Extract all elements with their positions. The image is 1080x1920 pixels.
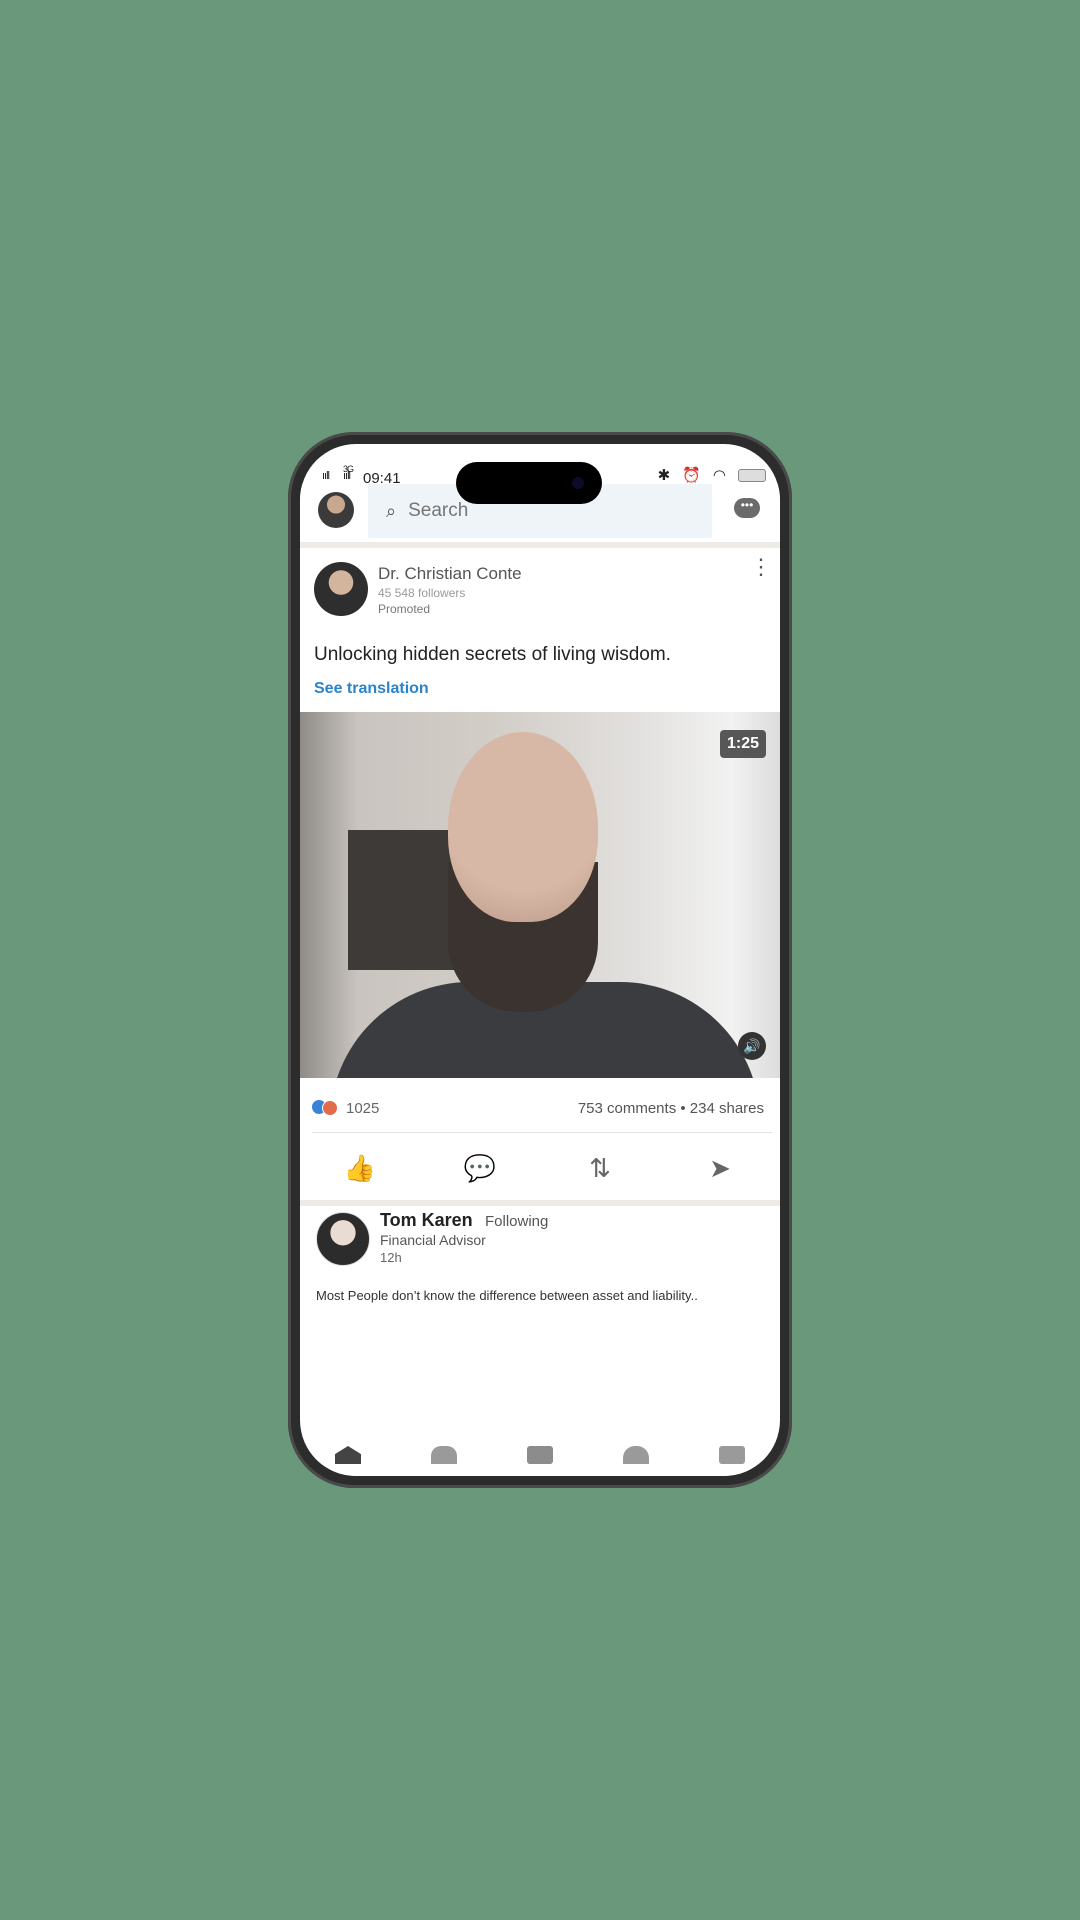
battery-icon — [738, 468, 766, 482]
bell-icon[interactable] — [623, 1446, 649, 1464]
profile-avatar[interactable] — [318, 492, 354, 528]
stats-divider — [312, 1132, 772, 1133]
status-icons: ✱ ⏰ ◠ — [658, 466, 766, 484]
home-icon[interactable] — [335, 1446, 361, 1464]
post-stats: 1025 753 comments • 234 shares — [300, 1078, 780, 1134]
author-followers: 45 548 followers — [378, 586, 466, 600]
comment-icon[interactable]: 💬 — [420, 1138, 540, 1198]
reactions-icon[interactable] — [312, 1100, 340, 1116]
likes-count[interactable]: 1025 — [346, 1100, 379, 1117]
dynamic-island — [456, 462, 602, 504]
author-avatar[interactable] — [314, 562, 368, 616]
post-header: Dr. Christian Conte 45 548 followers Pro… — [300, 548, 780, 630]
camera — [572, 477, 584, 489]
following-label: Following — [485, 1213, 549, 1230]
video-background-shelf — [348, 830, 458, 970]
love-reaction-icon — [322, 1100, 338, 1116]
see-translation-link[interactable]: See translation — [314, 680, 429, 698]
add-icon[interactable] — [527, 1446, 553, 1464]
repost-icon[interactable]: ⇅ — [540, 1138, 660, 1198]
bottom-nav — [300, 1436, 780, 1476]
post-actions: 👍 💬 ⇅ ➤ — [300, 1138, 780, 1198]
signal-icon: ııll — [322, 470, 330, 482]
bluetooth-icon: ✱ — [657, 467, 671, 484]
author-name-2[interactable]: Tom Karen — [380, 1210, 473, 1231]
post-video[interactable]: 1:25 🔊 — [300, 712, 780, 1078]
more-vertical-icon[interactable]: ⋮ — [750, 556, 772, 578]
feed-post: Dr. Christian Conte 45 548 followers Pro… — [300, 548, 780, 1206]
post-time-2: 12h — [380, 1250, 402, 1265]
phone-screen: ııll 3G ııll 09:41 ✱ ⏰ ◠ ⌕ ••• Dr. Chris… — [300, 444, 780, 1476]
people-icon[interactable] — [431, 1446, 457, 1464]
video-duration-badge: 1:25 — [719, 730, 766, 758]
comments-shares-count[interactable]: 753 comments • 234 shares — [578, 1100, 764, 1117]
chat-icon[interactable]: ••• — [734, 498, 760, 518]
wifi-icon: ◠ — [712, 467, 726, 484]
search-icon: ⌕ — [386, 500, 397, 521]
author-avatar-2[interactable] — [316, 1212, 370, 1266]
post-text-2: Most People don’t know the difference be… — [316, 1288, 698, 1303]
post-text: Unlocking hidden secrets of living wisdo… — [314, 644, 671, 665]
thumb-up-icon[interactable]: 👍 — [300, 1138, 420, 1198]
post-separator — [300, 1200, 780, 1206]
author-name[interactable]: Dr. Christian Conte — [378, 564, 522, 584]
phone-frame: ııll 3G ııll 09:41 ✱ ⏰ ◠ ⌕ ••• Dr. Chris… — [288, 432, 792, 1488]
alarm-icon: ⏰ — [682, 467, 701, 484]
video-person-face — [448, 732, 598, 922]
briefcase-icon[interactable] — [719, 1446, 745, 1464]
volume-icon[interactable]: 🔊 — [738, 1032, 766, 1060]
promoted-label: Promoted — [378, 602, 431, 616]
signal-icon-2: ııll — [343, 470, 351, 482]
author-title-2: Financial Advisor — [380, 1232, 486, 1248]
send-icon[interactable]: ➤ — [660, 1138, 780, 1198]
